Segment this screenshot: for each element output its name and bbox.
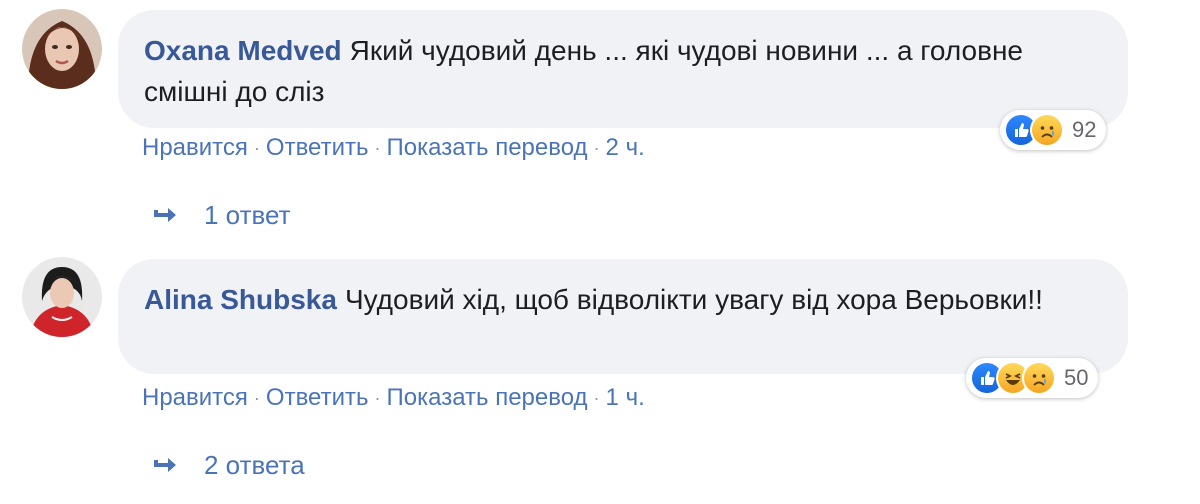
avatar[interactable]: [22, 257, 102, 337]
comment-actions: Нравится · Ответить · Показать перевод ·…: [142, 384, 645, 412]
comment-author[interactable]: Oxana Medved: [144, 35, 342, 66]
separator-dot: ·: [593, 387, 600, 408]
reply-link[interactable]: Ответить: [266, 134, 369, 162]
comment-bubble: Alina Shubska Чудовий хід, щоб відволікти…: [118, 259, 1128, 374]
comment-timestamp[interactable]: 1 ч.: [606, 384, 645, 412]
separator-dot: ·: [374, 387, 381, 408]
replies-count-label: 2 ответа: [204, 450, 305, 480]
view-replies-link[interactable]: 2 ответа: [152, 450, 305, 481]
view-replies-link[interactable]: 1 ответ: [152, 200, 291, 231]
separator-dot: ·: [253, 387, 260, 408]
avatar[interactable]: [22, 9, 102, 89]
comment-text: Чудовий хід, щоб відволікти увагу від хо…: [344, 284, 1043, 315]
reactions-summary[interactable]: 50: [966, 358, 1099, 398]
avatar-photo: [22, 9, 102, 89]
sad-reaction-icon: [1022, 361, 1056, 395]
comment-actions: Нравится · Ответить · Показать перевод ·…: [142, 134, 645, 162]
like-link[interactable]: Нравится: [142, 384, 248, 412]
sad-reaction-icon: [1030, 113, 1064, 147]
separator-dot: ·: [374, 137, 381, 158]
reactions-summary[interactable]: 92: [1000, 110, 1107, 150]
avatar-photo: [22, 257, 102, 337]
reply-arrow-icon: [154, 457, 176, 472]
comment-timestamp[interactable]: 2 ч.: [606, 134, 645, 162]
separator-dot: ·: [593, 137, 600, 158]
comment-author[interactable]: Alina Shubska: [144, 284, 337, 315]
reply-link[interactable]: Ответить: [266, 384, 369, 412]
reaction-count: 92: [1072, 117, 1097, 142]
replies-count-label: 1 ответ: [204, 200, 291, 230]
comment-bubble: Oxana Medved Який чудовий день ... які чу…: [118, 10, 1128, 128]
like-link[interactable]: Нравится: [142, 134, 248, 162]
reaction-count: 50: [1064, 365, 1089, 390]
show-translation-link[interactable]: Показать перевод: [387, 134, 588, 162]
separator-dot: ·: [253, 137, 260, 158]
show-translation-link[interactable]: Показать перевод: [387, 384, 588, 412]
reply-arrow-icon: [154, 207, 176, 222]
